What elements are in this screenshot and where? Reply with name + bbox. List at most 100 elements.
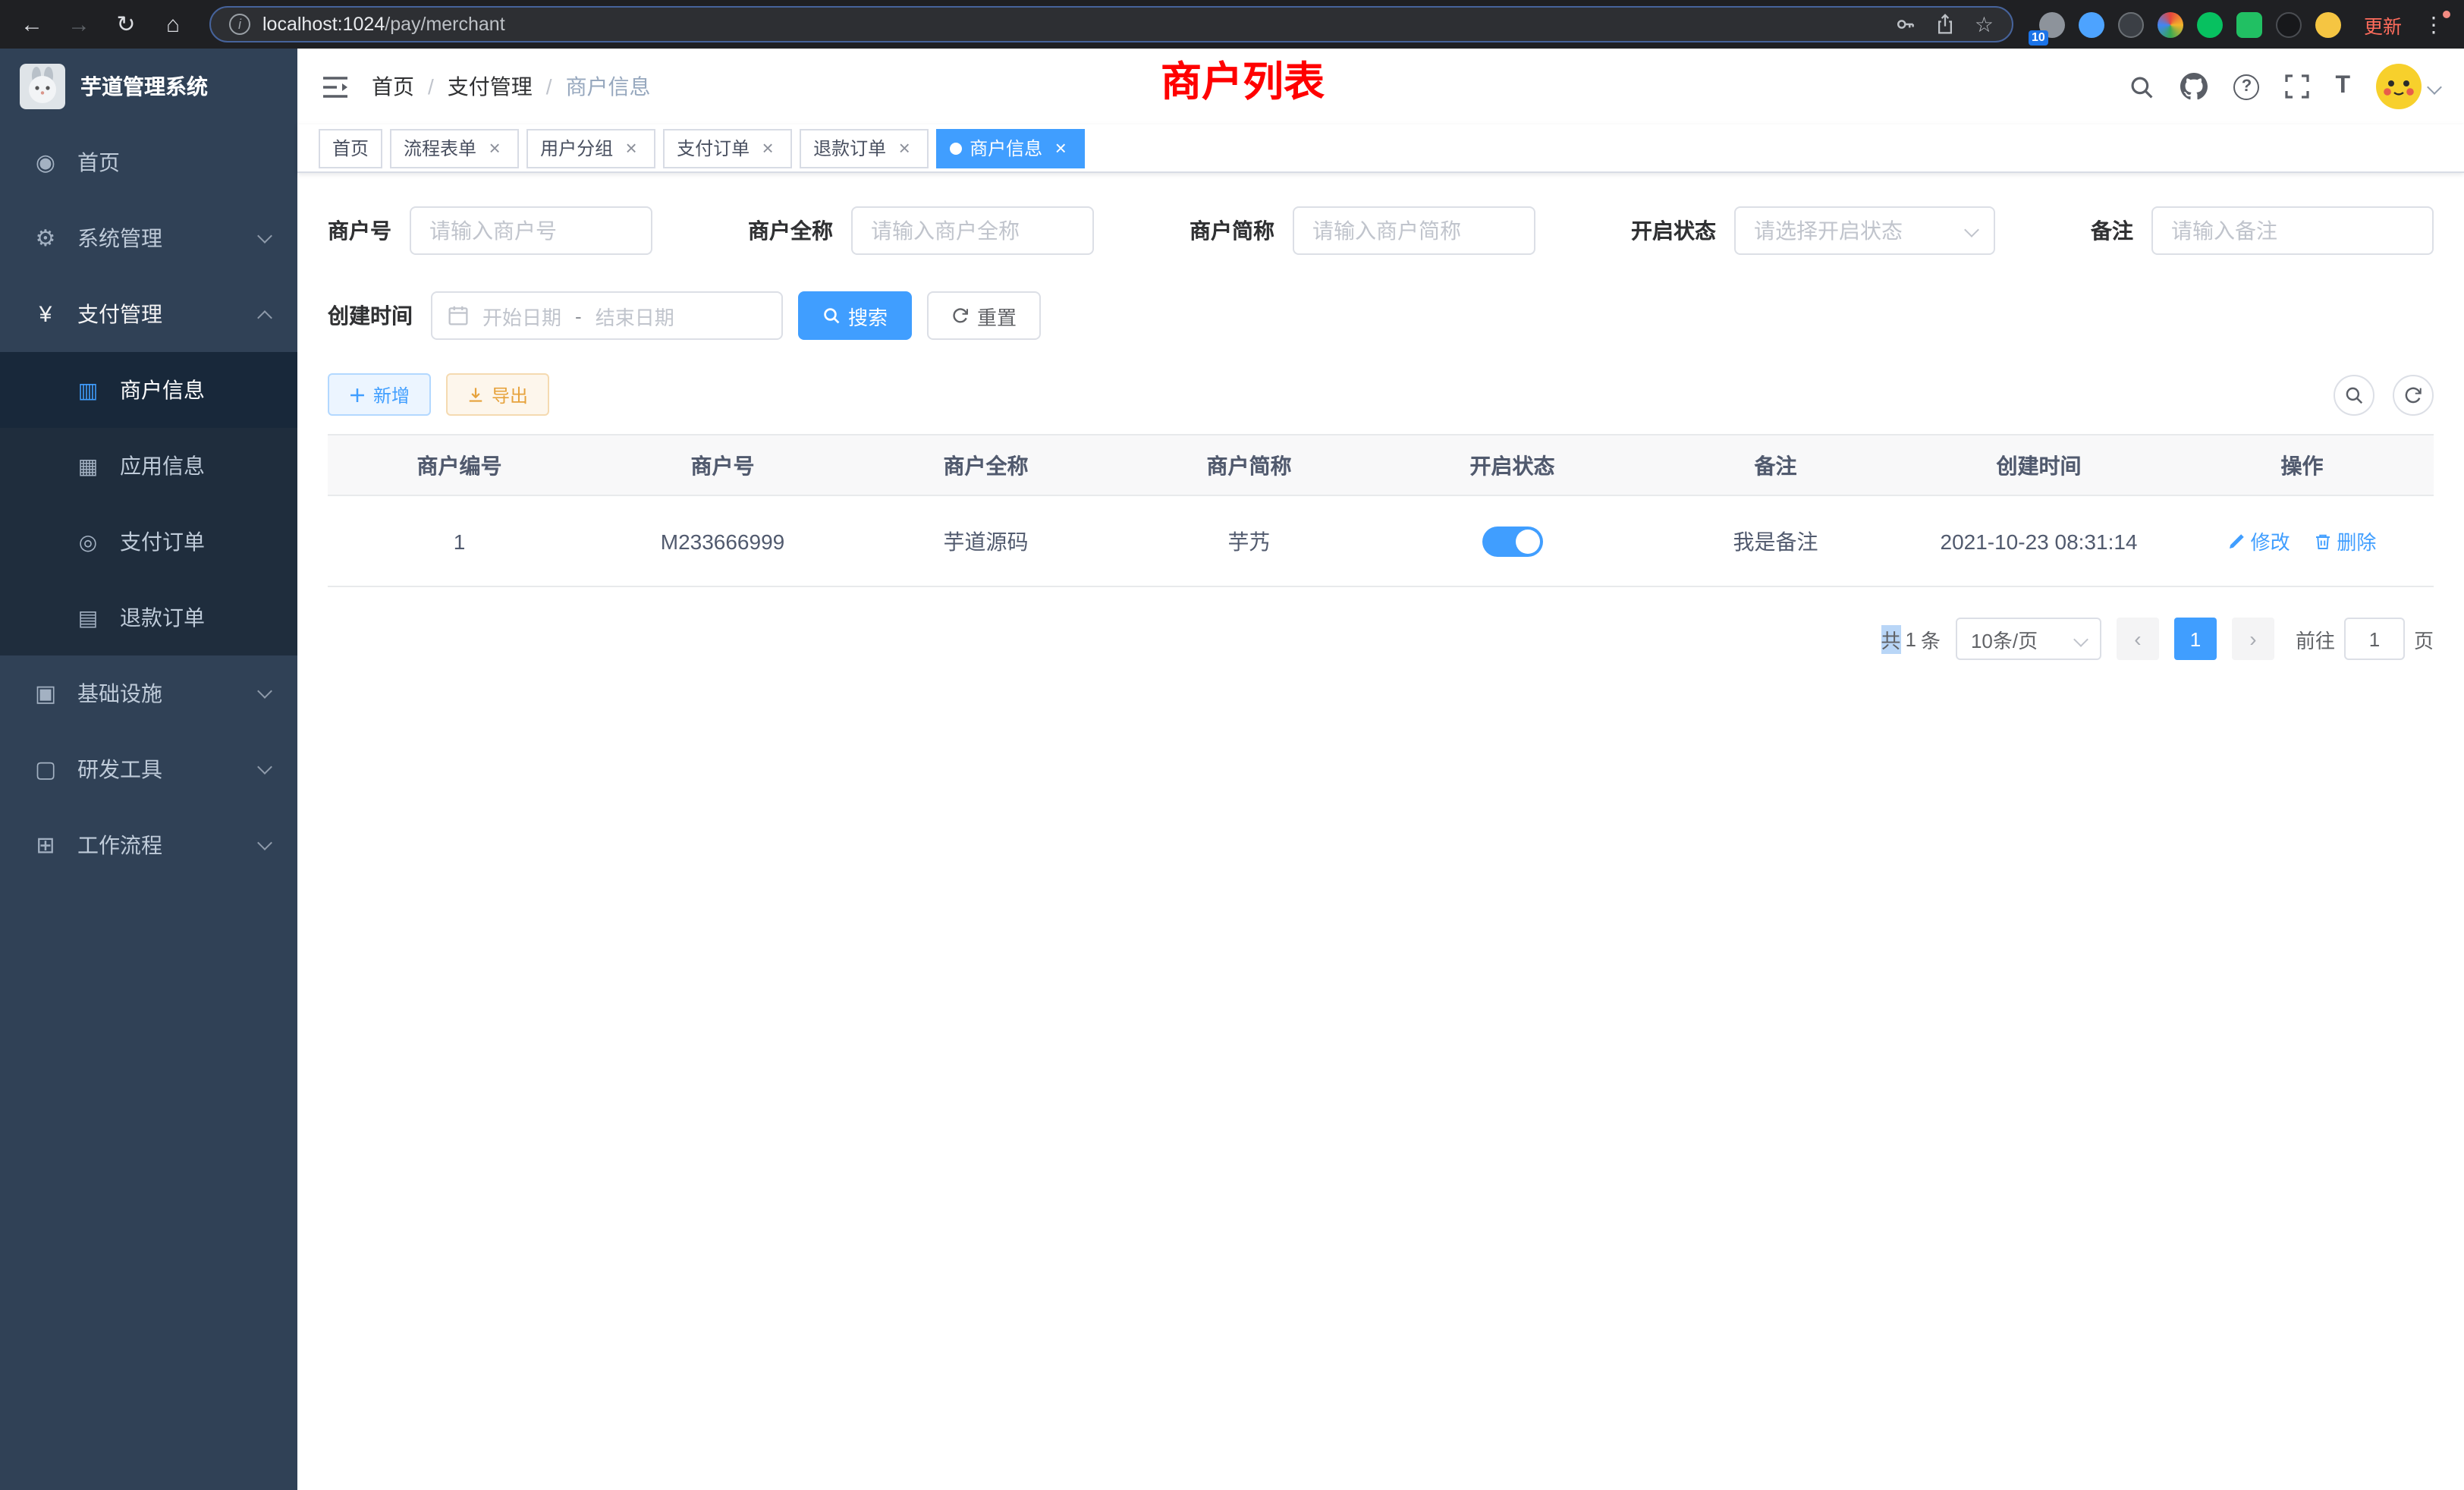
sidebar-toggle-icon[interactable] [322, 75, 349, 98]
status-toggle[interactable] [1482, 526, 1543, 556]
extensions-tray: 10 [2039, 11, 2341, 37]
browser-update-button[interactable]: 更新 [2364, 10, 2402, 39]
prev-page-button[interactable]: ‹ [2117, 618, 2159, 660]
home-icon[interactable]: ⌂ [156, 8, 190, 41]
close-icon[interactable]: × [757, 137, 778, 159]
back-icon[interactable]: ← [15, 8, 49, 41]
status-label: 开启状态 [1631, 215, 1716, 246]
merchant-no-input[interactable] [410, 206, 652, 255]
sidebar: 芋道管理系统 ◉ 首页 ⚙ 系统管理 ¥ 支付管理 [0, 49, 297, 1490]
tab-pay-order[interactable]: 支付订单× [663, 128, 792, 168]
col-status: 开启状态 [1381, 435, 1644, 495]
tab-user-group[interactable]: 用户分组× [526, 128, 655, 168]
extension-drop-icon[interactable] [2079, 11, 2104, 37]
edit-link-label: 修改 [2251, 527, 2290, 555]
cell-merchant-no: M233666999 [591, 495, 854, 586]
status-select[interactable]: 请选择开启状态 [1734, 206, 1995, 255]
sidebar-item-label: 工作流程 [77, 830, 162, 860]
site-info-icon[interactable]: i [229, 14, 250, 35]
sidebar-item-label: 支付管理 [77, 299, 162, 329]
browser-toolbar: ← → ↻ ⌂ i localhost:1024/pay/merchant ☆ … [0, 0, 2464, 49]
sidebar-item-app[interactable]: ▦ 应用信息 [0, 428, 297, 504]
extension-emoji-icon[interactable] [2315, 11, 2341, 37]
password-key-icon[interactable] [1896, 14, 1917, 35]
github-icon[interactable] [2180, 73, 2208, 100]
sidebar-item-infra[interactable]: ▣ 基础设施 [0, 655, 297, 731]
remark-input[interactable] [2151, 206, 2434, 255]
share-icon[interactable] [1935, 14, 1956, 35]
extension-colorful-icon[interactable] [2158, 11, 2183, 37]
bookmark-star-icon[interactable]: ☆ [1975, 11, 1994, 37]
target-icon: ◎ [73, 529, 103, 555]
toggle-search-button[interactable] [2334, 374, 2374, 415]
sidebar-item-workflow[interactable]: ⊞ 工作流程 [0, 807, 297, 883]
add-button-label: 新增 [373, 382, 410, 407]
help-icon[interactable]: ? [2233, 74, 2259, 99]
tab-home[interactable]: 首页 [319, 128, 382, 168]
close-icon[interactable]: × [484, 137, 505, 159]
forward-icon[interactable]: → [62, 8, 96, 41]
export-button[interactable]: 导出 [446, 373, 549, 416]
calendar-icon [448, 305, 469, 326]
refresh-table-button[interactable] [2393, 374, 2434, 415]
table-toolbar: 新增 导出 [328, 373, 2434, 416]
tab-merchant-info[interactable]: 商户信息 × [936, 128, 1085, 168]
tab-process-form[interactable]: 流程表单 × [390, 128, 519, 168]
extension-knot-icon[interactable] [2276, 11, 2302, 37]
sidebar-item-order[interactable]: ◎ 支付订单 [0, 504, 297, 580]
page-unit-label: 页 [2414, 624, 2434, 653]
cell-remark: 我是备注 [1644, 495, 1907, 586]
reload-icon[interactable]: ↻ [109, 8, 143, 41]
goto-page-input[interactable] [2344, 618, 2405, 660]
breadcrumb-home[interactable]: 首页 [372, 71, 414, 102]
tab-refund-order[interactable]: 退款订单× [800, 128, 929, 168]
fullscreen-icon[interactable] [2285, 74, 2309, 99]
page-size-select[interactable]: 10条/页 [1956, 618, 2101, 660]
add-button[interactable]: 新增 [328, 373, 431, 416]
short-name-input[interactable] [1293, 206, 1535, 255]
next-page-button[interactable]: › [2232, 618, 2274, 660]
tab-label: 流程表单 [404, 135, 476, 161]
delete-link[interactable]: 删除 [2314, 527, 2376, 555]
close-icon[interactable]: × [894, 137, 915, 159]
chevron-down-icon [2427, 79, 2442, 94]
extension-wechat-icon[interactable] [2197, 11, 2223, 37]
sidebar-item-system[interactable]: ⚙ 系统管理 [0, 200, 297, 276]
sidebar-menu: ◉ 首页 ⚙ 系统管理 ¥ 支付管理 ▥ 商户信息 [0, 124, 297, 1490]
address-bar[interactable]: i localhost:1024/pay/merchant ☆ [209, 6, 2013, 42]
extension-gray-icon[interactable]: 10 [2039, 11, 2065, 37]
sidebar-item-refund[interactable]: ▤ 退款订单 [0, 580, 297, 655]
page-size-value: 10条/页 [1971, 624, 2038, 653]
cell-full-name: 芋道源码 [854, 495, 1117, 586]
breadcrumb-pay[interactable]: 支付管理 [448, 71, 533, 102]
pay-submenu: ▥ 商户信息 ▦ 应用信息 ◎ 支付订单 ▤ 退款订单 [0, 352, 297, 655]
browser-menu-icon[interactable]: ⋮ [2418, 11, 2449, 37]
extension-dark-icon[interactable] [2118, 11, 2144, 37]
user-avatar[interactable] [2376, 64, 2440, 109]
cell-status [1381, 495, 1644, 586]
chevron-down-icon [1964, 222, 1979, 237]
search-icon[interactable] [2129, 74, 2154, 99]
sidebar-item-label: 系统管理 [77, 223, 162, 253]
breadcrumb-separator: / [546, 74, 552, 99]
sidebar-item-merchant[interactable]: ▥ 商户信息 [0, 352, 297, 428]
extension-green-sheet-icon[interactable] [2236, 11, 2262, 37]
chevron-down-icon [257, 684, 272, 699]
close-icon[interactable]: × [621, 137, 642, 159]
chevron-down-icon [2073, 632, 2088, 647]
export-button-label: 导出 [492, 382, 528, 407]
sidebar-item-pay[interactable]: ¥ 支付管理 [0, 276, 297, 352]
table-row: 1 M233666999 芋道源码 芋艿 我是备注 2021-10-23 08:… [328, 495, 2434, 586]
sidebar-item-tool[interactable]: ▢ 研发工具 [0, 731, 297, 807]
date-range-picker[interactable]: 开始日期 - 结束日期 [431, 291, 783, 340]
full-name-input[interactable] [851, 206, 1094, 255]
reset-button[interactable]: 重置 [927, 291, 1041, 340]
search-button[interactable]: 搜索 [798, 291, 912, 340]
sidebar-item-home[interactable]: ◉ 首页 [0, 124, 297, 200]
tab-label: 商户信息 [970, 135, 1042, 161]
font-size-icon[interactable]: T [2335, 73, 2350, 100]
edit-link[interactable]: 修改 [2228, 527, 2290, 555]
close-icon[interactable]: × [1050, 137, 1071, 159]
page-1-button[interactable]: 1 [2174, 618, 2217, 660]
app-logo[interactable]: 芋道管理系统 [0, 49, 297, 124]
